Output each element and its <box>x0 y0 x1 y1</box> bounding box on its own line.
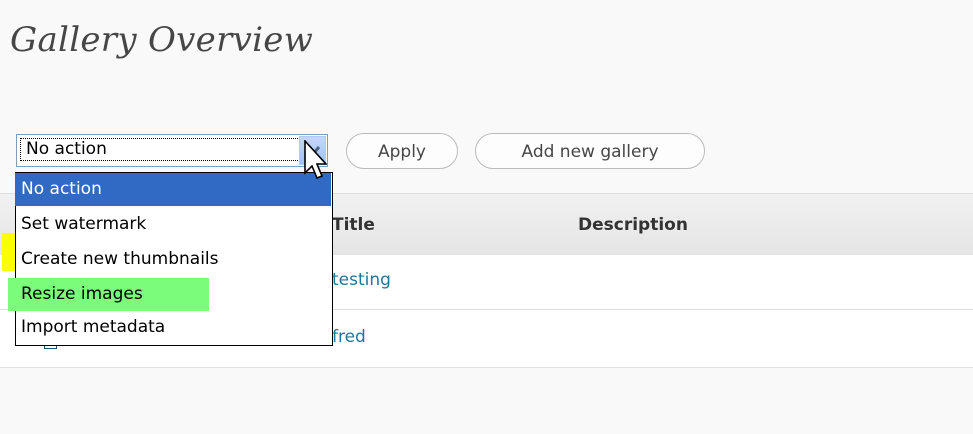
dropdown-option-import-metadata[interactable]: Import metadata <box>15 311 165 344</box>
gallery-title-link[interactable]: testing <box>332 270 391 290</box>
bulk-action-select[interactable]: No action <box>16 134 328 167</box>
add-new-gallery-button[interactable]: Add new gallery <box>475 133 705 169</box>
apply-button[interactable]: Apply <box>346 133 458 169</box>
page-title: Gallery Overview <box>10 20 314 60</box>
dropdown-options: No action Set watermark Create new thumb… <box>15 172 333 346</box>
dropdown-option-create-new-thumbnails[interactable]: Create new thumbnails <box>15 243 219 276</box>
mouse-pointer-icon <box>304 140 327 180</box>
column-header-title[interactable]: Title <box>332 215 375 235</box>
column-header-description[interactable]: Description <box>578 215 688 235</box>
gallery-title-link[interactable]: fred <box>332 327 366 347</box>
dropdown-option-no-action[interactable]: No action <box>15 173 331 206</box>
dropdown-option-set-watermark[interactable]: Set watermark <box>15 208 146 241</box>
bulk-action-selected-value: No action <box>20 138 300 161</box>
dropdown-option-resize-images[interactable]: Resize images <box>15 278 143 311</box>
